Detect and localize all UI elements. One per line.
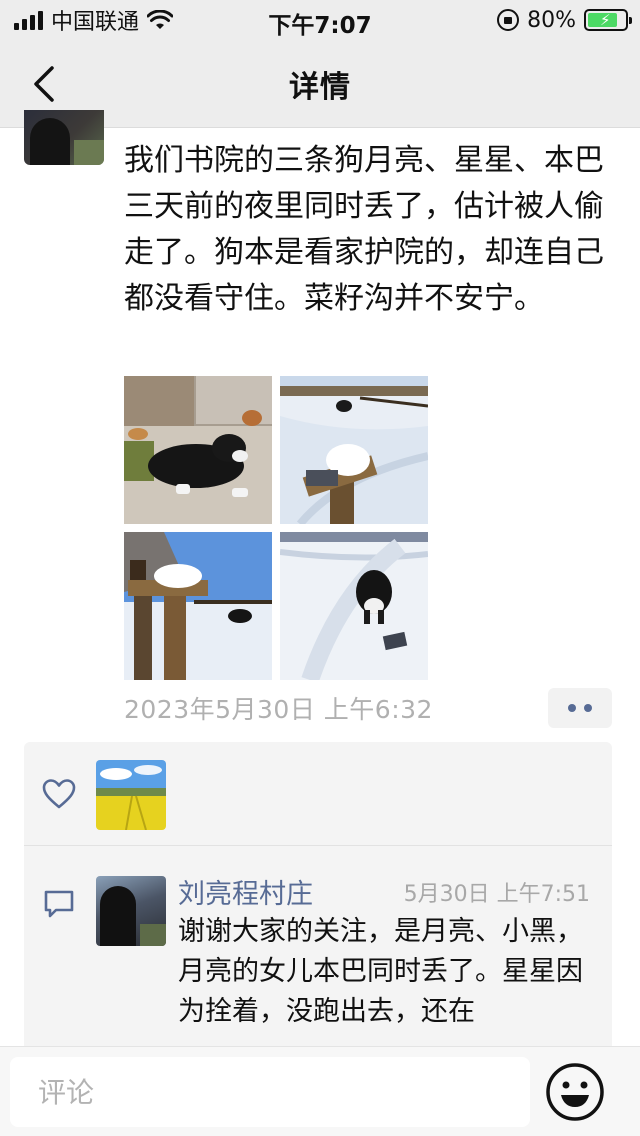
liker-avatar[interactable] <box>96 760 166 830</box>
more-options-button[interactable] <box>548 688 612 728</box>
status-right: 80% ⚡ <box>497 6 632 34</box>
author-avatar[interactable] <box>24 110 104 165</box>
battery-percentage: 80% <box>527 7 576 33</box>
post-text: 我们书院的三条狗月亮、星星、本巴三天前的夜里同时丢了，估计被人偷走了。狗本是看家… <box>124 143 604 316</box>
post-photo-3[interactable] <box>124 532 272 680</box>
battery-icon: ⚡ <box>584 9 632 31</box>
status-bar: 中国联通 下午7:07 80% ⚡ <box>0 0 640 40</box>
heart-icon <box>42 779 76 809</box>
rotation-lock-icon <box>497 9 520 31</box>
comment-timestamp: 5月30日 上午7:51 <box>403 882 590 907</box>
commenter-name[interactable]: 刘亮程村庄 <box>178 872 313 911</box>
commenter-avatar[interactable] <box>96 876 166 946</box>
comment-text[interactable]: 谢谢大家的关注，是月亮、小黑，月亮的女儿本巴同时丢了。星星因为拴着，没跑出去，还… <box>178 912 598 1032</box>
post-photo-1[interactable] <box>124 376 272 524</box>
likes-row <box>24 742 612 846</box>
battery-fill: ⚡ <box>588 11 617 29</box>
dot-icon <box>568 704 576 712</box>
post-timestamp: 2023年5月30日 上午6:32 <box>124 695 433 724</box>
dot-icon <box>584 704 592 712</box>
comment-input[interactable] <box>10 1057 530 1127</box>
comment-icon <box>44 890 74 918</box>
interactions-panel: 刘亮程村庄 5月30日 上午7:51 谢谢大家的关注，是月亮、小黑，月亮的女儿本… <box>24 742 612 1062</box>
post-photo-2[interactable] <box>280 376 428 524</box>
post-photo-4[interactable] <box>280 532 428 680</box>
charging-bolt-icon: ⚡ <box>600 11 611 29</box>
bottom-bar <box>0 1046 640 1136</box>
page-title: 详情 <box>289 70 351 105</box>
emoji-button[interactable] <box>544 1061 606 1123</box>
